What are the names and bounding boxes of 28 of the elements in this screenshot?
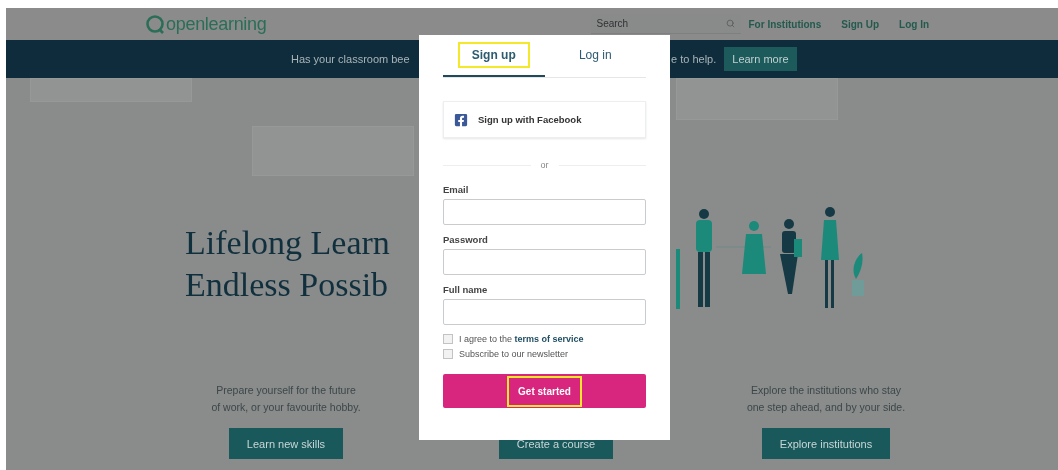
field-label: Email [443, 184, 470, 195]
field-label: Full name [443, 284, 489, 295]
hero-title: Lifelong Learn Endless Possib [185, 223, 390, 305]
modal-tab[interactable]: Sign up [443, 35, 545, 77]
search-icon [725, 19, 735, 28]
modal-tab[interactable]: Log in [544, 35, 646, 77]
input-field[interactable] [443, 249, 646, 275]
cta-button[interactable]: Learn new skills [228, 428, 344, 459]
facebook-icon [454, 112, 468, 127]
banner-text: e to help. [671, 53, 717, 65]
checkbox-label: Subscribe to our newsletter [459, 349, 569, 359]
ring-logo-icon [145, 14, 165, 34]
checkbox[interactable] [443, 349, 453, 359]
checkbox[interactable] [443, 334, 453, 344]
facebook-signup-button[interactable]: Sign up with Facebook [443, 101, 646, 138]
checkbox-label: I agree to the terms of service [459, 334, 584, 344]
learn-more-button[interactable]: Learn more [724, 47, 797, 71]
column-description: Prepare yourself for the future of work, or your favourite hobby. [211, 383, 361, 415]
input-field[interactable] [443, 299, 646, 325]
divider-text: or [540, 160, 549, 170]
banner-text: Has your classroom bee [291, 53, 411, 65]
get-started-button[interactable]: Get started [443, 374, 646, 408]
column-description: Explore the institutions who stay one step ahead, and by your side. [746, 383, 906, 415]
terms-link[interactable]: terms of service [514, 334, 584, 344]
field-label: Password [443, 234, 489, 245]
cta-button[interactable]: Explore institutions [761, 428, 891, 459]
logo-text: openlearning [166, 13, 267, 35]
input-field[interactable] [443, 199, 646, 225]
